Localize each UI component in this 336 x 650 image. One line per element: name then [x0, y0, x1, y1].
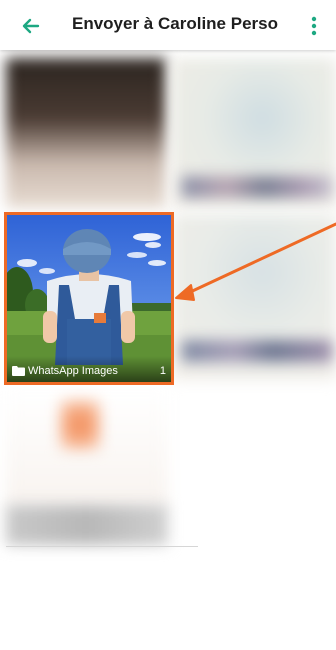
more-vertical-icon[interactable] [306, 13, 322, 39]
folder-whatsapp-images[interactable]: WhatsApp Images 1 [4, 212, 174, 385]
arrow-left-icon[interactable] [18, 13, 44, 39]
app-bar: Envoyer à Caroline Perso [0, 0, 336, 50]
folder-caption-blurred [182, 340, 332, 362]
folder-thumbnail-blurred-accent [60, 400, 100, 450]
folder-caption: WhatsApp Images 1 [7, 356, 171, 382]
folder-caption-blurred [6, 505, 168, 545]
gallery-screen: Envoyer à Caroline Perso WhatsApp Images… [0, 0, 336, 650]
folder-count: 1 [159, 365, 166, 377]
folder-thumbnail-blurred[interactable] [6, 58, 166, 208]
folder-name: WhatsApp Images [28, 365, 118, 377]
divider [6, 546, 198, 547]
folder-icon [12, 366, 25, 376]
folder-caption-blurred [182, 176, 332, 198]
page-title: Envoyer à Caroline Perso [72, 14, 278, 33]
